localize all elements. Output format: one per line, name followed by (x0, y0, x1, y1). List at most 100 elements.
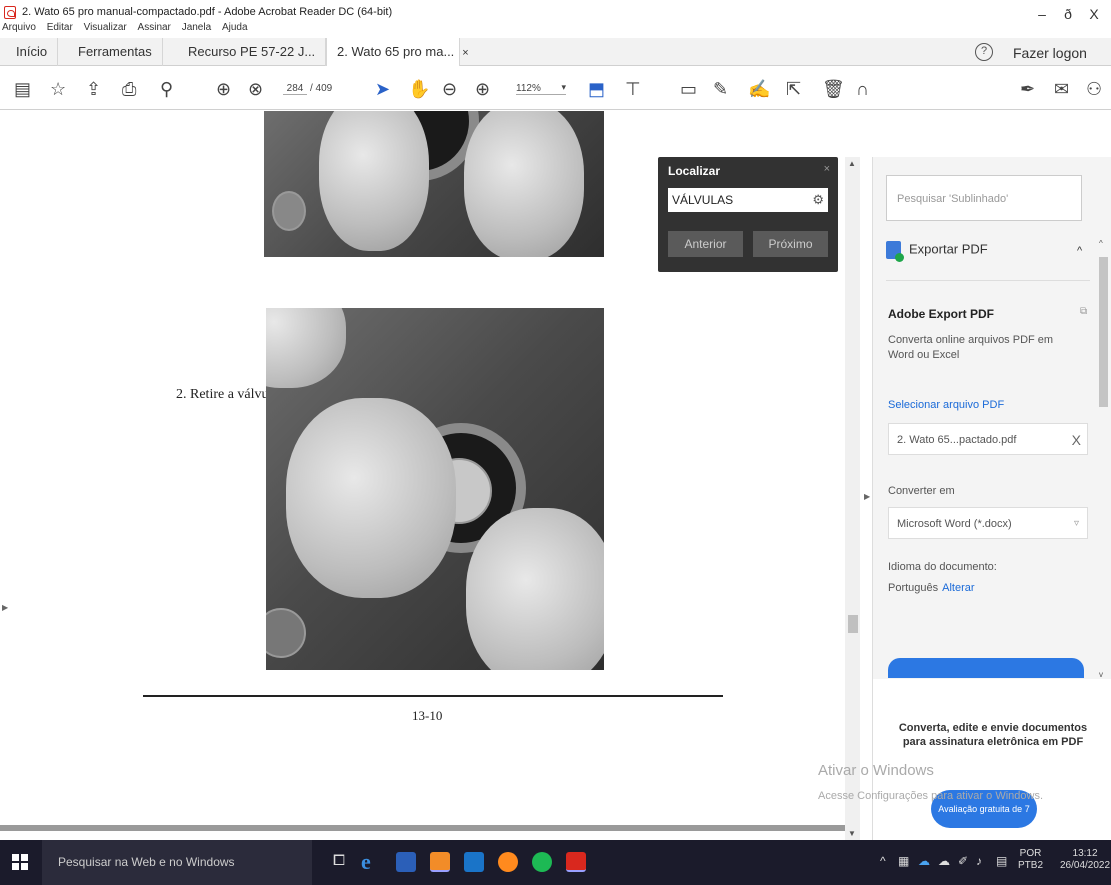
export-pdf-header[interactable]: Exportar PDF (886, 241, 988, 262)
pane-scroll-up-icon[interactable]: ^ (1099, 239, 1103, 248)
zoom-in-icon[interactable]: ⊕ (475, 78, 490, 100)
left-pane-expand-icon[interactable]: ▶ (2, 603, 8, 612)
pen-icon[interactable]: ✐ (958, 854, 968, 868)
fit-page-icon[interactable]: ⬒ (588, 78, 605, 100)
tab-home[interactable]: Início (6, 38, 59, 66)
pane-scroll-thumb[interactable] (1099, 257, 1108, 407)
scroll-down-icon[interactable]: ▼ (848, 829, 856, 838)
acrobat-taskbar-icon[interactable] (566, 852, 586, 872)
change-language-link[interactable]: Alterar (942, 582, 974, 594)
convert-to-label: Converter em (888, 485, 955, 497)
tray-network-icon[interactable]: ▦ (898, 854, 909, 868)
promo-text: Converta, edite e envie documentos para … (898, 722, 1088, 748)
menu-editar[interactable]: Editar (47, 22, 73, 33)
menu-janela[interactable]: Janela (182, 22, 211, 33)
remove-file-icon[interactable]: X (1072, 424, 1081, 456)
zoom-out-icon[interactable]: ⊖ (442, 78, 457, 100)
tools-search-input[interactable]: Pesquisar 'Sublinhado' (886, 175, 1082, 221)
pane-scroll-down-icon[interactable]: v (1099, 670, 1103, 679)
convert-format-select[interactable]: Microsoft Word (*.docx) ▿ (888, 507, 1088, 539)
onedrive-icon[interactable]: ☁ (918, 854, 930, 868)
tab-document-recurso[interactable]: Recurso PE 57-22 J... (178, 38, 327, 66)
scroll-mode-icon[interactable]: ⊤ (625, 78, 641, 100)
tab-document-wato[interactable]: 2. Wato 65 pro ma... × (326, 38, 469, 66)
promo-box: Converta, edite e envie documentos para … (873, 679, 1111, 852)
page-number-input[interactable]: 284 (283, 83, 307, 95)
select-cursor-icon[interactable]: ➤ (375, 78, 390, 100)
input-language[interactable]: POR PTB2 (1018, 848, 1043, 872)
clock[interactable]: 13:12 26/04/2022 (1060, 848, 1110, 872)
menu-bar: Arquivo Editar Visualizar Assinar Janela… (0, 22, 254, 36)
activation-watermark-subtitle: Acesse Configurações para ativar o Windo… (818, 790, 1043, 802)
highlight-pen-icon[interactable]: ✎ (713, 78, 728, 100)
edit-signature-icon[interactable]: ✒ (1020, 78, 1035, 100)
account-icon[interactable]: ⚇ (1086, 78, 1102, 100)
bookmark-star-icon[interactable]: ☆ (50, 78, 66, 100)
edge-icon[interactable]: e (361, 851, 381, 873)
minimize-button[interactable]: – (1032, 6, 1052, 22)
comment-icon[interactable]: ▭ (680, 78, 697, 100)
tab-bar: Início Ferramentas Recurso PE 57-22 J...… (0, 38, 1111, 66)
convert-format-value: Microsoft Word (*.docx) (897, 518, 1012, 530)
find-previous-button[interactable]: Anterior (668, 231, 743, 257)
tab-close-icon[interactable]: × (462, 47, 468, 59)
menu-arquivo[interactable]: Arquivo (2, 22, 36, 33)
search-zoom-icon[interactable]: ⚲ (160, 78, 173, 100)
chevron-down-icon: ▿ (1073, 518, 1079, 529)
sign-icon[interactable]: ✍ (748, 78, 770, 100)
scroll-up-icon[interactable]: ▲ (848, 159, 856, 168)
task-view-icon[interactable]: ⧠ (333, 852, 345, 869)
horizontal-scrollbar[interactable] (0, 825, 845, 831)
scroll-thumb[interactable] (848, 615, 858, 633)
menu-assinar[interactable]: Assinar (138, 22, 171, 33)
find-next-button[interactable]: Próximo (753, 231, 828, 257)
hand-tool-icon[interactable]: ✋ (408, 78, 430, 100)
menu-visualizar[interactable]: Visualizar (84, 22, 127, 33)
tab-label: 2. Wato 65 pro ma... (337, 44, 455, 59)
save-icon[interactable]: ▤ (14, 78, 31, 100)
notification-icon[interactable]: ▤ (996, 854, 1007, 868)
tools-pane: Pesquisar 'Sublinhado' Exportar PDF ^ Ad… (872, 157, 1111, 852)
read-aloud-icon[interactable]: ∩ (856, 78, 869, 100)
convert-button[interactable] (888, 658, 1084, 678)
sign-in-link[interactable]: Fazer logon (1013, 45, 1087, 61)
delete-icon[interactable]: 🗑 (822, 78, 845, 100)
right-pane-collapse-icon[interactable]: ▶ (864, 492, 870, 501)
menu-ajuda[interactable]: Ajuda (222, 22, 248, 33)
select-file-link[interactable]: Selecionar arquivo PDF (888, 399, 1004, 411)
find-title: Localizar (668, 164, 721, 178)
spotify-icon[interactable] (532, 852, 552, 872)
language-value: Português (888, 582, 939, 594)
tray-chevron-icon[interactable]: ^ (880, 854, 886, 868)
mail-icon[interactable]: ✉ (1054, 78, 1069, 100)
print-icon[interactable]: ⎙ (122, 78, 136, 100)
toolbar: ▤ ☆ ⇪ ⎙ ⚲ ⊕ ⊗ 284 / 409 ➤ ✋ ⊖ ⊕ 112% ⬒ ⊤… (0, 67, 1111, 110)
restore-button[interactable]: ð (1058, 6, 1078, 22)
copy-icon: ⧉ (1080, 306, 1088, 317)
close-button[interactable]: X (1084, 6, 1104, 22)
outlook-icon[interactable] (464, 852, 484, 872)
taskbar-search[interactable]: Pesquisar na Web e no Windows (42, 840, 312, 885)
upload-icon[interactable]: ⇪ (86, 78, 101, 100)
chrome-icon[interactable] (430, 852, 450, 872)
previous-page-icon[interactable]: ⊕ (216, 78, 231, 100)
chevron-up-icon[interactable]: ^ (1077, 245, 1082, 257)
cloud-icon[interactable]: ☁ (938, 854, 950, 868)
volume-icon[interactable]: ♪ (976, 854, 982, 868)
zoom-select[interactable]: 112% (516, 82, 566, 95)
word-icon[interactable] (396, 852, 416, 872)
help-icon[interactable]: ? (975, 43, 993, 61)
photo-valve (266, 308, 604, 670)
find-panel: Localizar × VÁLVULAS ⚙ Anterior Próximo (658, 157, 838, 272)
tab-tools[interactable]: Ferramentas (68, 38, 163, 66)
vertical-scrollbar[interactable]: ▲ ▼ (845, 157, 860, 840)
next-page-icon[interactable]: ⊗ (248, 78, 263, 100)
pane-scrollbar[interactable]: ^ v (1097, 239, 1109, 679)
gear-icon[interactable]: ⚙ (812, 188, 824, 212)
windows-start-icon[interactable] (12, 854, 28, 870)
firefox-icon[interactable] (498, 852, 518, 872)
share-icon[interactable]: ⇱ (786, 78, 801, 100)
find-close-icon[interactable]: × (824, 163, 830, 175)
find-input[interactable]: VÁLVULAS ⚙ (668, 188, 828, 212)
export-description: Converta online arquivos PDF em Word ou … (888, 334, 1054, 361)
